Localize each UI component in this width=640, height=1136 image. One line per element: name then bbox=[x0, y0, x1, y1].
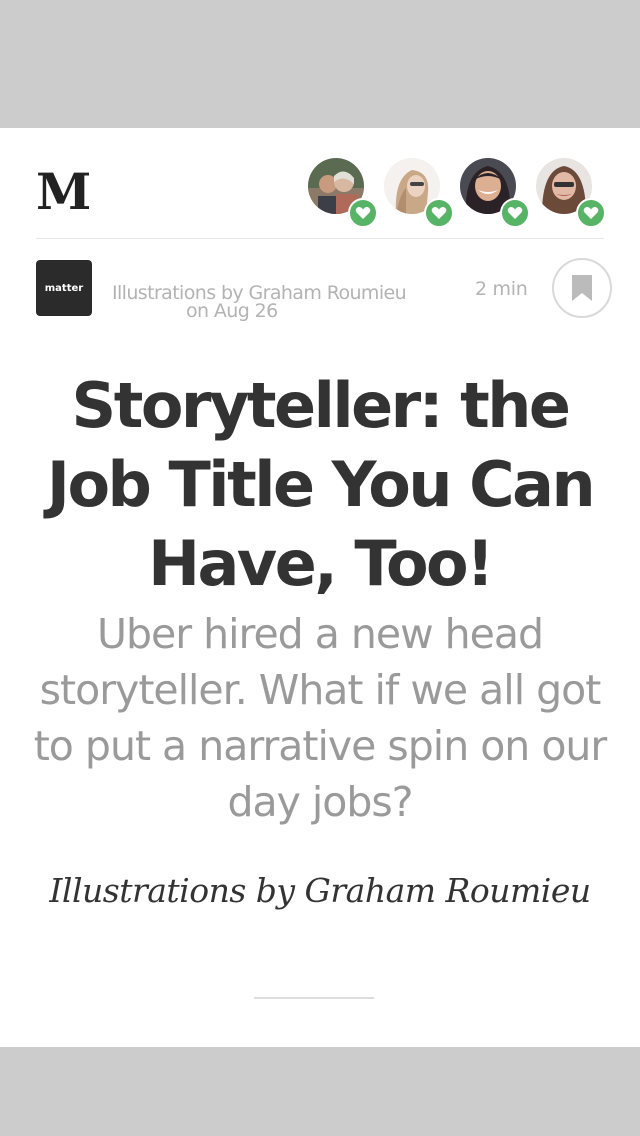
heart-badge bbox=[348, 198, 378, 228]
article-subtitle: Uber hired a new head storyteller. What … bbox=[33, 610, 608, 826]
section-divider bbox=[254, 997, 374, 999]
publish-date: on Aug 26 bbox=[186, 300, 278, 322]
heart-icon bbox=[583, 207, 599, 219]
heart-icon bbox=[355, 207, 371, 219]
article-title: Storyteller: the Job Title You Can Have,… bbox=[46, 369, 596, 600]
recommender-avatars bbox=[308, 158, 608, 230]
top-background-band bbox=[0, 0, 640, 128]
publication-logo[interactable]: matter bbox=[36, 260, 92, 316]
illustration-credit: Illustrations by Graham Roumieu bbox=[49, 871, 591, 910]
bookmark-button[interactable] bbox=[552, 258, 612, 318]
heart-badge bbox=[500, 198, 530, 228]
header-divider bbox=[36, 238, 604, 239]
heart-badge bbox=[576, 198, 606, 228]
bottom-background-band bbox=[0, 1047, 640, 1136]
read-time: 2 min bbox=[475, 278, 528, 300]
article-card: M matter Illustrations by Graham Roumieu… bbox=[0, 128, 640, 1047]
medium-logo[interactable]: M bbox=[36, 164, 91, 220]
heart-icon bbox=[431, 207, 447, 219]
bookmark-icon bbox=[572, 275, 592, 301]
heart-icon bbox=[507, 207, 523, 219]
heart-badge bbox=[424, 198, 454, 228]
